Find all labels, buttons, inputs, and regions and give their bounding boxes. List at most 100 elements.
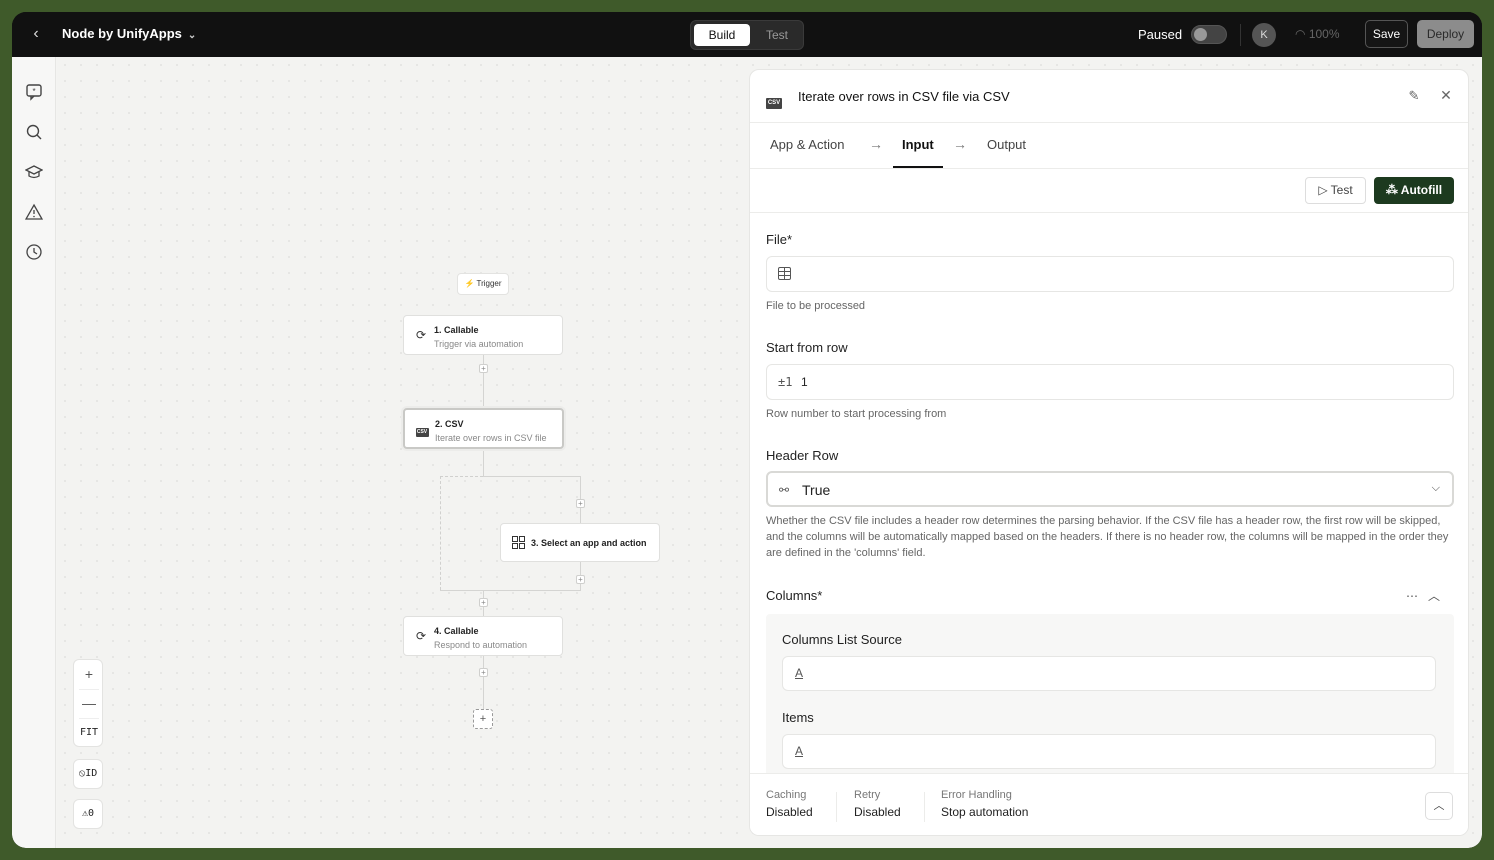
columns-header-actions: ⋯ ︿ — [1406, 587, 1440, 604]
items-input[interactable]: A — [782, 734, 1436, 769]
top-bar: ‹ Node by UnifyApps ⌄ Build Test Paused K… — [12, 12, 1482, 57]
zoom-out-button[interactable]: — — [74, 689, 104, 717]
left-rail: * — [12, 57, 56, 848]
error-handling-setting[interactable]: Error Handling Stop automation — [941, 789, 1028, 819]
tab-input[interactable]: Input — [902, 137, 934, 152]
avatar[interactable]: K — [1252, 23, 1276, 47]
columns-card: Columns List Source A Items A — [766, 614, 1454, 773]
table-icon — [778, 267, 791, 283]
zoom-controls: + — FIT — [73, 659, 103, 747]
history-icon[interactable] — [24, 243, 44, 263]
panel-footer: Caching Disabled Retry Disabled Error Ha… — [750, 773, 1468, 835]
chevron-left-icon: ‹ — [33, 25, 39, 42]
add-step-button[interactable]: + — [576, 499, 585, 508]
start-row-input[interactable]: ±1 1 — [766, 364, 1454, 400]
error-handling-value: Stop automation — [941, 805, 1029, 819]
csv-badge: CSV — [766, 98, 782, 109]
caching-label: Caching — [766, 789, 807, 801]
items-label: Items — [782, 710, 814, 725]
grid-icon — [511, 536, 525, 550]
csv-icon: CSV — [766, 91, 782, 109]
active-tab-indicator — [893, 166, 943, 168]
file-label: File* — [766, 232, 793, 247]
app-title: Node by UnifyApps — [62, 26, 182, 41]
save-button[interactable]: Save — [1365, 20, 1408, 48]
tab-app-action[interactable]: App & Action — [770, 137, 844, 152]
toggle-options-icon: ⚯ — [779, 483, 790, 497]
autofill-button[interactable]: ⁂ Autofill — [1374, 177, 1454, 204]
branch-connector — [440, 476, 441, 590]
more-icon[interactable]: ⋯ — [1406, 589, 1418, 603]
node-subtitle: Iterate over rows in CSV file — [435, 433, 547, 443]
panel-header: CSV Iterate over rows in CSV file via CS… — [750, 70, 1468, 123]
node-title: 2. CSV — [435, 419, 464, 429]
flow-node-callable-respond[interactable]: ⟳ 4. Callable Respond to automation — [403, 616, 563, 656]
text-type-icon: A — [795, 666, 804, 680]
node-title: 1. Callable — [434, 325, 479, 335]
expand-footer-button[interactable]: ︿ — [1425, 792, 1453, 820]
csv-badge: CSV — [415, 428, 429, 437]
columns-list-source-input[interactable]: A — [782, 656, 1436, 691]
add-step-button[interactable]: + — [479, 364, 488, 373]
node-title: 3. Select an app and action — [531, 538, 647, 548]
columns-list-source-label: Columns List Source — [782, 632, 902, 647]
paused-toggle[interactable] — [1191, 25, 1227, 44]
toggle-knob — [1194, 28, 1207, 41]
id-toggle-label: ID — [85, 768, 98, 779]
warning-icon[interactable] — [24, 203, 44, 223]
close-icon[interactable]: ✕ — [1438, 87, 1454, 104]
app-title-dropdown[interactable]: Node by UnifyApps ⌄ — [62, 26, 196, 41]
flow-node-callable-trigger[interactable]: ⟳ 1. Callable Trigger via automation — [403, 315, 563, 355]
search-icon[interactable] — [24, 123, 44, 143]
zoom-value: 100% — [1308, 27, 1340, 41]
flow-node-csv[interactable]: CSV 2. CSV Iterate over rows in CSV file — [403, 408, 564, 449]
test-label: Test — [1330, 183, 1353, 197]
chevron-up-icon[interactable]: ︿ — [1428, 589, 1440, 603]
connector — [483, 448, 484, 476]
node-title: 4. Callable — [434, 626, 479, 636]
step-tabs: App & Action → Input → Output — [750, 123, 1468, 169]
panel-actions: ▷ Test ⁂ Autofill — [750, 169, 1468, 213]
app-window: ‹ Node by UnifyApps ⌄ Build Test Paused K… — [12, 12, 1482, 848]
test-mode-button[interactable]: Test — [753, 24, 801, 46]
add-step-button[interactable]: + — [479, 668, 488, 677]
caching-setting[interactable]: Caching Disabled — [766, 789, 813, 819]
ai-chat-icon[interactable]: * — [24, 83, 44, 103]
file-input[interactable] — [766, 256, 1454, 292]
build-mode-button[interactable]: Build — [694, 24, 750, 46]
connector — [483, 655, 484, 709]
step-config-panel: CSV Iterate over rows in CSV file via CS… — [749, 69, 1469, 836]
back-button[interactable]: ‹ — [26, 24, 46, 44]
trigger-pill[interactable]: ⚡ Trigger — [457, 273, 509, 295]
add-step-button[interactable]: + — [479, 598, 488, 607]
chevron-down-icon: ⌄ — [187, 30, 197, 41]
node-subtitle: Trigger via automation — [434, 339, 524, 349]
zoom-in-button[interactable]: + — [74, 660, 104, 688]
id-toggle-button[interactable]: ⦸ID — [73, 759, 103, 789]
autofill-label: Autofill — [1400, 183, 1443, 197]
number-icon: ±1 — [778, 375, 793, 389]
workspace: * + — FIT ⦸ID ⚠0 + + + + + + ⚡ Trigger ⟳… — [12, 57, 1482, 848]
tab-output[interactable]: Output — [987, 137, 1026, 152]
add-final-step-button[interactable]: + — [473, 709, 493, 729]
divider — [836, 792, 837, 822]
bolt-icon: ⚡ — [464, 279, 475, 288]
csv-icon: CSV — [415, 422, 429, 437]
deploy-button[interactable]: Deploy — [1417, 20, 1474, 48]
start-row-help: Row number to start processing from — [766, 408, 947, 420]
paused-label: Paused — [1138, 27, 1183, 42]
refresh-icon: ⟳ — [415, 328, 427, 342]
warnings-button[interactable]: ⚠0 — [73, 799, 103, 829]
arrow-right-icon: → — [953, 136, 967, 152]
retry-setting[interactable]: Retry Disabled — [854, 789, 901, 819]
retry-value: Disabled — [854, 805, 901, 819]
header-row-select[interactable]: ⚯ True ⌵ — [766, 471, 1454, 507]
flow-node-select-app[interactable]: 3. Select an app and action — [500, 523, 660, 562]
refresh-icon: ⟳ — [415, 629, 427, 643]
test-step-button[interactable]: ▷ Test — [1305, 177, 1366, 204]
edit-icon[interactable]: ✎ — [1406, 88, 1422, 104]
branch-connector — [440, 476, 483, 477]
add-step-button[interactable]: + — [576, 575, 585, 584]
learn-icon[interactable] — [24, 163, 44, 183]
fit-button[interactable]: FIT — [74, 719, 104, 747]
